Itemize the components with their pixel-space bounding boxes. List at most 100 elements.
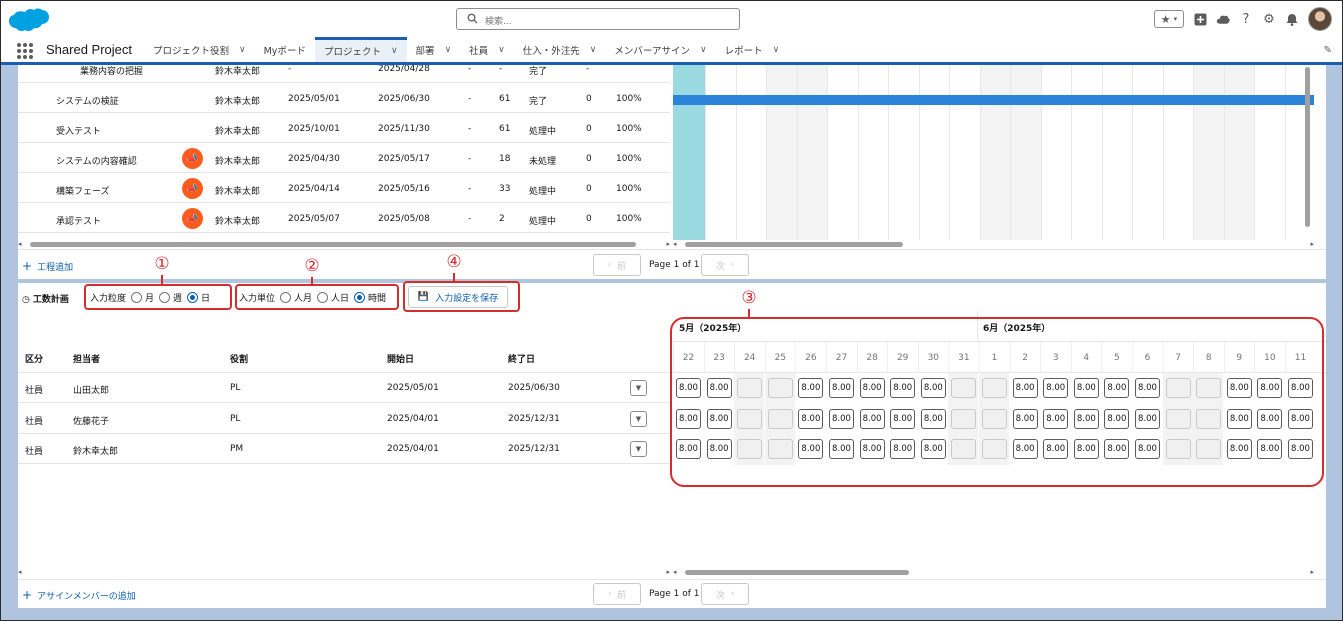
task-name[interactable]: 承認テスト [56,214,101,227]
task-c1: - [468,214,472,224]
setup-assistant-icon[interactable] [1216,12,1230,26]
task-start: 2025/10/01 [288,124,340,134]
task-row[interactable]: 承認テスト 鈴木幸太郎 2025/05/07 2025/05/08 - 2 処理中 0 100%… [18,203,670,233]
gantt-day-column [918,65,950,240]
task-owner: 鈴木幸太郎 [215,67,261,77]
announcement-icon[interactable]: 📣 [182,208,203,229]
gantt-day-column [766,65,797,240]
task-name[interactable]: 受入テスト [56,124,101,137]
task-c2: - [586,65,590,74]
row-action-dropdown-button[interactable]: ▼ [630,410,647,427]
workload-horizontal-scrollbar[interactable]: ◂ ▸ [673,568,1314,576]
task-footer: + 工程追加 ‹ 前 Page 1 of 1 次 › [18,249,1326,279]
nav-item-employee[interactable]: 社員 ∨ [460,37,514,62]
task-c1: - [468,154,472,164]
task-row[interactable]: 受入テスト 鈴木幸太郎 2025/10/01 2025/11/30 - 61 処理中 0 100… [18,113,670,143]
task-owner: 鈴木幸太郎 [215,217,261,227]
nav-item-report[interactable]: レポート ∨ [716,37,789,62]
member-pager: ‹ 前 Page 1 of 1 次 › [593,583,753,605]
gantt-today-column [673,65,705,240]
task-name[interactable]: 構築フェーズ [56,184,110,197]
callout-number-4: ④ [446,252,462,272]
add-assign-member-link[interactable]: + アサインメンバーの追加 [22,588,136,602]
task-row[interactable]: システムの検証 鈴木幸太郎 2025/05/01 2025/06/30 - 61 完了 0 10… [18,83,670,113]
task-table-horizontal-scrollbar[interactable]: ◂ ▸ [18,240,670,248]
member-type: 社員 [25,447,44,457]
prev-page-button[interactable]: ‹ 前 [593,583,641,605]
favorites-star-icon[interactable]: ★ ▾ [1154,10,1184,28]
chevron-down-icon[interactable]: ∨ [445,45,452,55]
gantt-day-column [1040,65,1072,240]
nav-item-department[interactable]: 部署 ∨ [407,37,461,62]
task-name[interactable]: システムの検証 [56,94,119,107]
member-end: 2025/12/31 [508,413,560,424]
announcement-icon[interactable]: 📣 [182,178,203,199]
task-end: 2025/04/28 [378,65,430,74]
member-row[interactable]: 社員 佐藤花子 PL 2025/04/01 2025/12/31 ▼ [18,404,670,434]
gantt-vertical-scrollbar[interactable] [1304,65,1312,230]
col-role: 役割 [230,355,249,365]
chevron-down-icon[interactable]: ∨ [239,45,246,55]
avatar[interactable] [1308,7,1332,31]
add-task-link[interactable]: + 工程追加 [22,259,73,273]
member-name: 鈴木幸太郎 [73,447,119,457]
gantt-day-column [1071,65,1102,240]
row-action-dropdown-button[interactable]: ▼ [630,441,647,457]
member-end: 2025/06/30 [508,383,560,393]
task-c2: 0 [586,94,592,104]
member-start: 2025/05/01 [387,383,439,393]
task-name[interactable]: システムの内容確認 [56,154,137,167]
chevron-down-icon[interactable]: ∨ [700,45,707,55]
help-icon[interactable]: ? [1239,12,1253,27]
task-status: 処理中 [529,127,557,137]
next-page-button[interactable]: 次 › [701,254,749,276]
member-table: 区分 担当者 役割 開始日 終了日 社員 山田太郎 PL 2025/05/01 2025… [18,311,670,574]
member-role: PL [230,383,241,393]
task-name[interactable]: 業務内容の把握 [80,65,143,77]
add-icon[interactable] [1193,12,1207,26]
chevron-down-icon[interactable]: ∨ [773,45,780,55]
add-icon: + [22,259,33,273]
gantt-day-column [888,65,919,240]
global-search[interactable]: 検索... [456,8,740,30]
nav-item-member-assign[interactable]: メンバーアサイン ∨ [605,37,715,62]
task-days: 61 [499,124,511,134]
task-days: - [499,65,503,74]
task-owner: 鈴木幸太郎 [215,97,261,107]
task-row[interactable]: 構築フェーズ 鈴木幸太郎 2025/04/14 2025/05/16 - 33 処理中 0 10… [18,173,670,203]
task-c1: - [468,124,472,134]
edit-nav-pencil-icon[interactable]: ✎ [1324,45,1332,56]
task-pager: ‹ 前 Page 1 of 1 次 › [593,254,753,276]
next-page-button[interactable]: 次 › [701,583,749,605]
task-row[interactable]: システムの内容確認 鈴木幸太郎 2025/04/30 2025/05/17 - 18 未処理… [18,143,670,173]
chevron-down-icon[interactable]: ∨ [590,45,597,55]
gantt-horizontal-scrollbar[interactable]: ◂ ▸ [673,240,1314,248]
nav-item-project[interactable]: プロジェクト ∨ [314,37,407,62]
settings-gear-icon[interactable]: ⚙ [1262,12,1276,27]
nav-item-project-role[interactable]: プロジェクト役割 ∨ [144,37,255,62]
member-row[interactable]: 社員 鈴木幸太郎 PM 2025/04/01 2025/12/31 ▼ [18,434,670,464]
task-owner: 鈴木幸太郎 [215,157,261,167]
chevron-down-icon[interactable]: ∨ [391,46,398,56]
callout-box-save [403,281,520,312]
gantt-day-column [1010,65,1041,240]
task-days: 18 [499,154,511,164]
gantt-day-column [979,65,1010,240]
nav-item-supplier[interactable]: 仕入・外注先 ∨ [514,37,606,62]
chevron-down-icon[interactable]: ∨ [498,45,505,55]
nav-item-myboard[interactable]: Myボード [255,37,315,62]
prev-page-button[interactable]: ‹ 前 [593,254,641,276]
gantt-task-bar[interactable] [673,95,1314,105]
app-launcher-icon[interactable] [17,43,33,59]
task-row[interactable]: 業務内容の把握 鈴木幸太郎 - 2025/04/28 - - 完了 - [18,65,670,83]
header-icons: ★ ▾ ? ⚙ [1154,7,1332,31]
member-table-horizontal-scrollbar[interactable]: ◂ ▸ [18,568,670,576]
member-row[interactable]: 社員 山田太郎 PL 2025/05/01 2025/06/30 ▼ [18,373,670,403]
salesforce-cloud-logo[interactable] [8,6,50,34]
task-status: 未処理 [529,157,557,167]
task-start: 2025/04/14 [288,184,340,194]
task-owner: 鈴木幸太郎 [215,127,261,137]
announcement-icon[interactable]: 📣 [182,148,203,169]
notifications-bell-icon[interactable] [1285,12,1299,26]
row-action-dropdown-button[interactable]: ▼ [630,380,647,396]
